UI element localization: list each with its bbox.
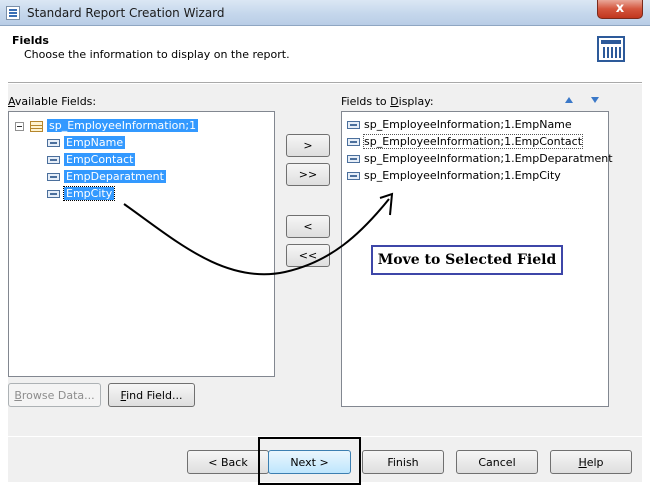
cancel-button[interactable]: Cancel xyxy=(456,450,538,474)
next-button-highlight xyxy=(258,437,361,485)
back-button[interactable]: < Back xyxy=(187,450,269,474)
finish-button[interactable]: Finish xyxy=(362,450,444,474)
callout-move-to-selected-field: Move to Selected Field xyxy=(371,245,563,275)
browse-data-button: Browse Data... xyxy=(8,383,101,407)
help-button[interactable]: Help xyxy=(550,450,632,474)
find-field-button[interactable]: Find Field... xyxy=(108,383,195,407)
